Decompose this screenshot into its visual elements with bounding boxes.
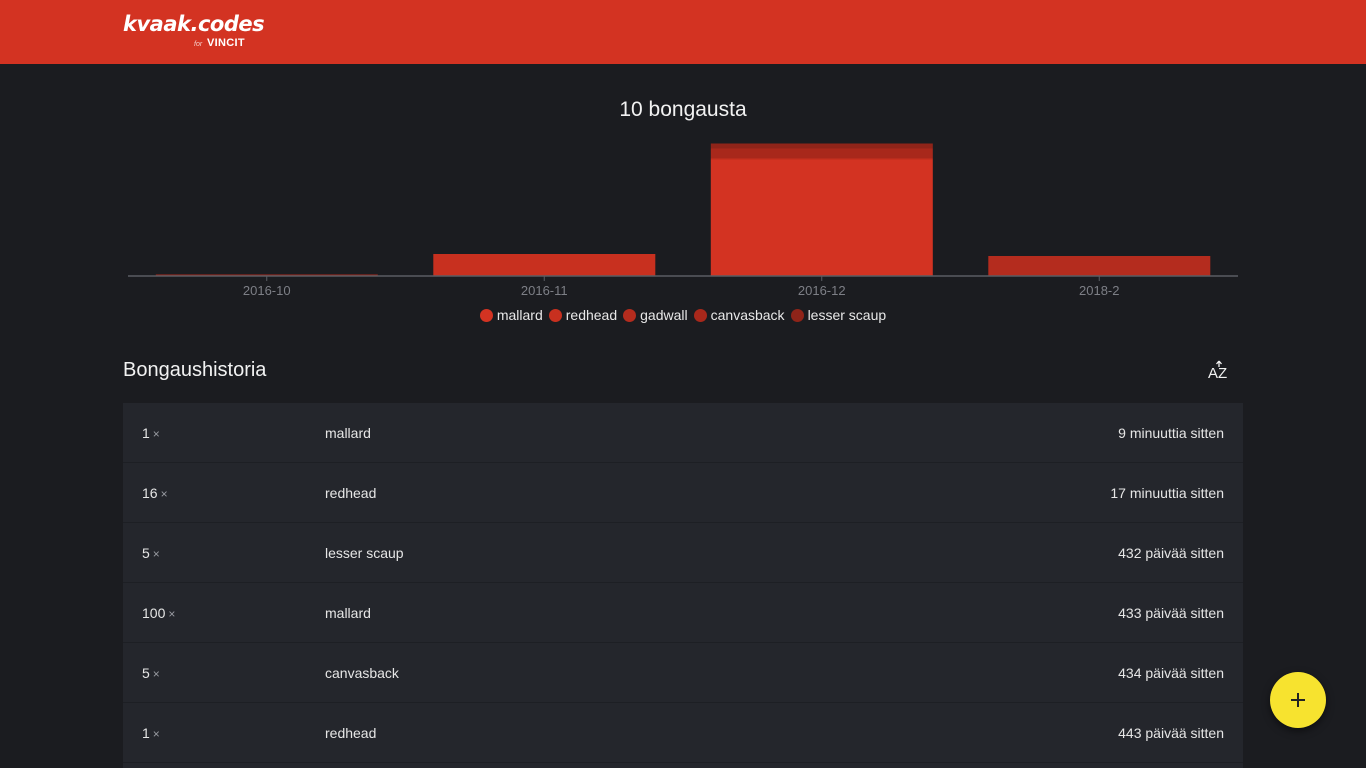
chart-legend: mallard redhead gadwall canvasback lesser sc… <box>0 306 1366 323</box>
count-value: 100 <box>142 605 166 621</box>
chart-bar[interactable] <box>710 143 933 149</box>
legend-dot-icon <box>790 309 804 323</box>
species-name: redhead <box>325 485 377 501</box>
count-value: 5 <box>142 665 150 681</box>
x-axis-label: 2018-2 <box>1079 283 1119 298</box>
sighting-time: 9 minuuttia sitten <box>1118 425 1224 441</box>
sightings-chart: 2016-10 2016-11 2016-12 2018-2 <box>128 143 1238 298</box>
chart-bar[interactable] <box>710 158 933 161</box>
logo-brand-text: VINCIT <box>207 37 245 49</box>
sighting-time: 433 päivää sitten <box>1118 605 1224 621</box>
app-logo[interactable]: kvaak.codes for VINCIT <box>123 12 265 52</box>
x-axis-label: 2016-10 <box>243 283 291 298</box>
legend-dot-icon <box>479 309 493 323</box>
legend-item[interactable]: mallard <box>479 307 543 324</box>
history-title: Bongaushistoria <box>123 359 267 381</box>
legend-dot-icon <box>693 309 707 323</box>
plus-icon <box>1291 693 1305 707</box>
legend-label: gadwall <box>640 307 688 324</box>
logo-text: kvaak.codes <box>123 12 265 36</box>
species-name: mallard <box>325 605 371 621</box>
sighting-count: 16 × <box>142 485 168 501</box>
history-row[interactable]: 1 × redhead 443 päivää sitten <box>123 703 1243 763</box>
legend-item[interactable]: redhead <box>548 307 618 324</box>
legend-dot-icon <box>548 309 562 323</box>
sighting-time: 443 päivää sitten <box>1118 725 1224 741</box>
legend-dot-icon <box>623 309 637 323</box>
history-row[interactable]: 5 × lesser scaup 432 päivää sitten <box>123 523 1243 583</box>
history-list: 1 × mallard 9 minuuttia sitten 16 × redhead 17 … <box>123 403 1243 768</box>
chart-bar[interactable] <box>433 254 656 276</box>
species-name: mallard <box>325 425 371 441</box>
history-row[interactable]: 100 × mallard 433 päivää sitten <box>123 583 1243 643</box>
svg-text:A: A <box>1208 365 1218 382</box>
count-value: 5 <box>142 545 150 561</box>
sighting-count: 5 × <box>142 545 160 561</box>
logo-for-text: for <box>194 41 203 48</box>
sighting-time: 434 päivää sitten <box>1118 665 1224 681</box>
times-symbol: × <box>160 487 168 501</box>
count-value: 1 <box>142 725 150 741</box>
times-symbol: × <box>168 607 176 621</box>
sort-alphabetical-button[interactable]: A Z <box>1205 358 1233 386</box>
sort-alpha-icon: A Z <box>1208 360 1227 382</box>
x-axis-label: 2016-12 <box>798 283 846 298</box>
x-axis-label: 2016-11 <box>521 283 568 298</box>
history-row[interactable]: 16 × redhead 17 minuuttia sitten <box>123 463 1243 523</box>
count-value: 16 <box>142 485 158 501</box>
chart-bar[interactable] <box>710 160 933 276</box>
svg-text:Z: Z <box>1218 365 1227 382</box>
sighting-count: 1 × <box>142 725 160 741</box>
legend-item[interactable]: lesser scaup <box>790 307 887 324</box>
history-row[interactable]: 5 × canvasback 434 päivää sitten <box>123 643 1243 703</box>
legend-item[interactable]: gadwall <box>623 307 688 324</box>
history-row[interactable]: 1 × mallard 9 minuuttia sitten <box>123 403 1243 463</box>
legend-label: redhead <box>565 307 618 324</box>
times-symbol: × <box>152 727 160 741</box>
times-symbol: × <box>152 667 160 681</box>
species-name: redhead <box>325 725 377 741</box>
legend-label: mallard <box>496 307 543 324</box>
sighting-count: 5 × <box>142 665 160 681</box>
species-name: canvasback <box>325 665 399 681</box>
species-name: lesser scaup <box>325 545 404 561</box>
sighting-count: 100 × <box>142 605 175 621</box>
chart-bar[interactable] <box>710 148 933 159</box>
legend-label: canvasback <box>710 307 785 324</box>
sighting-count: 1 × <box>142 425 160 441</box>
times-symbol: × <box>152 547 160 561</box>
legend-item[interactable]: canvasback <box>693 307 785 324</box>
legend-label: lesser scaup <box>807 307 887 324</box>
sighting-time: 432 päivää sitten <box>1118 545 1224 561</box>
chart-bar[interactable] <box>988 256 1211 276</box>
add-sighting-button[interactable] <box>1270 672 1326 728</box>
sighting-time: 17 minuuttia sitten <box>1110 485 1224 501</box>
sightings-count-title: 10 bongausta <box>619 98 747 121</box>
top-app-bar: kvaak.codes for VINCIT <box>0 0 1366 64</box>
times-symbol: × <box>152 427 160 441</box>
count-value: 1 <box>142 425 150 441</box>
